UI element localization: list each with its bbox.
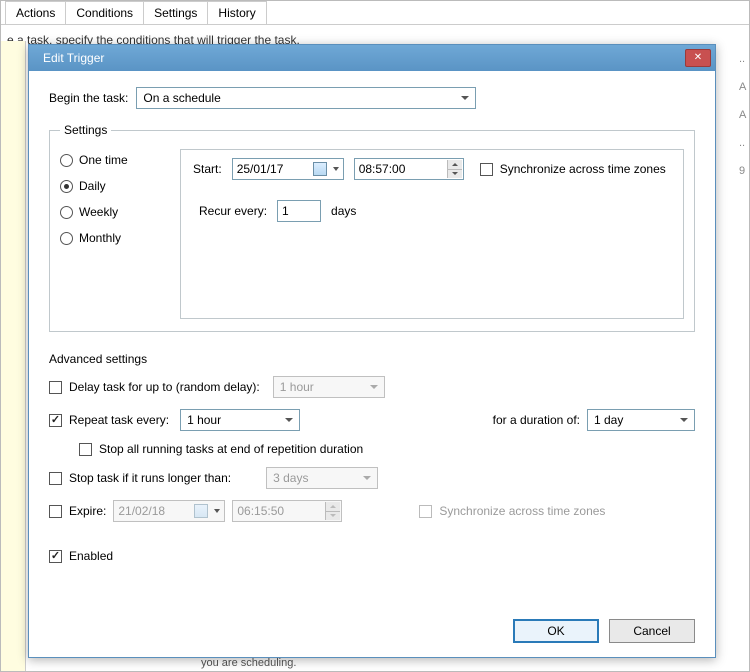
bg-tabs: Actions Conditions Settings History <box>1 1 749 25</box>
cancel-button[interactable]: Cancel <box>609 619 695 643</box>
chevron-down-icon[interactable] <box>333 167 339 171</box>
stop-if-longer-checkbox[interactable] <box>49 472 62 485</box>
expire-date-value: 21/02/18 <box>118 504 165 518</box>
bg-marker: A <box>739 73 749 101</box>
radio-label: Weekly <box>79 205 118 219</box>
stop-if-longer-select: 3 days <box>266 467 378 489</box>
begin-task-label: Begin the task: <box>49 91 128 105</box>
recur-input[interactable]: 1 <box>277 200 321 222</box>
spinner-up-icon[interactable] <box>447 160 462 170</box>
delay-label: Delay task for up to (random delay): <box>69 380 260 394</box>
begin-task-row: Begin the task: On a schedule <box>49 87 695 109</box>
radio-one-time[interactable]: One time <box>60 153 178 167</box>
bg-tab-actions[interactable]: Actions <box>5 1 66 24</box>
delay-value: 1 hour <box>280 380 314 394</box>
repeat-checkbox[interactable] <box>49 414 62 427</box>
radio-weekly[interactable]: Weekly <box>60 205 178 219</box>
ok-button[interactable]: OK <box>513 619 599 643</box>
bg-tab-history[interactable]: History <box>207 1 266 24</box>
duration-value: 1 day <box>594 413 623 427</box>
bg-marker: .. <box>739 45 749 73</box>
chevron-down-icon <box>214 509 220 513</box>
settings-legend: Settings <box>60 123 111 137</box>
start-label: Start: <box>193 162 222 176</box>
repeat-value: 1 hour <box>187 413 221 427</box>
begin-task-value: On a schedule <box>143 91 220 105</box>
expire-sync-label: Synchronize across time zones <box>439 504 605 518</box>
repeat-select[interactable]: 1 hour <box>180 409 300 431</box>
bg-bottom-text: you are scheduling. <box>201 657 296 669</box>
radio-icon <box>60 206 73 219</box>
radio-label: Daily <box>79 179 106 193</box>
enabled-checkbox[interactable] <box>49 550 62 563</box>
radio-icon <box>60 180 73 193</box>
settings-fieldset: Settings One time Daily Weekly <box>49 123 695 332</box>
stop-at-end-checkbox[interactable] <box>79 443 92 456</box>
frequency-radios: One time Daily Weekly Monthly <box>60 149 178 319</box>
enabled-row: Enabled <box>49 549 695 563</box>
bg-tab-conditions[interactable]: Conditions <box>65 1 144 24</box>
expire-row: Expire: 21/02/18 06:15:50 Synchronize ac… <box>49 500 695 522</box>
delay-checkbox[interactable] <box>49 381 62 394</box>
recur-label: Recur every: <box>199 204 267 218</box>
expire-checkbox[interactable] <box>49 505 62 518</box>
stop-at-end-row: Stop all running tasks at end of repetit… <box>79 442 695 456</box>
advanced-legend: Advanced settings <box>49 352 695 366</box>
duration-select[interactable]: 1 day <box>587 409 695 431</box>
time-spinner <box>325 502 340 520</box>
radio-label: Monthly <box>79 231 121 245</box>
edit-trigger-dialog: Edit Trigger Begin the task: On a schedu… <box>28 44 716 658</box>
spinner-up-icon <box>325 502 340 512</box>
repeat-row: Repeat task every: 1 hour for a duration… <box>49 409 695 431</box>
bg-marker: .. <box>739 129 749 157</box>
radio-icon <box>60 154 73 167</box>
calendar-icon[interactable] <box>313 162 327 176</box>
calendar-icon <box>194 504 208 518</box>
stop-if-longer-value: 3 days <box>273 471 308 485</box>
bg-right-markers: .. A A .. 9 <box>739 45 749 245</box>
radio-daily[interactable]: Daily <box>60 179 178 193</box>
time-spinner[interactable] <box>447 160 462 178</box>
bg-highlight-strip <box>1 41 26 671</box>
expire-time-input: 06:15:50 <box>232 500 342 522</box>
start-date-value: 25/01/17 <box>237 162 284 176</box>
titlebar[interactable]: Edit Trigger <box>29 45 715 71</box>
close-icon[interactable] <box>685 49 711 67</box>
delay-select: 1 hour <box>273 376 385 398</box>
spinner-down-icon[interactable] <box>447 170 462 179</box>
spinner-down-icon <box>325 512 340 521</box>
dialog-buttons: OK Cancel <box>49 613 695 647</box>
stop-if-longer-label: Stop task if it runs longer than: <box>69 471 231 485</box>
stop-at-end-label: Stop all running tasks at end of repetit… <box>99 442 363 456</box>
duration-label: for a duration of: <box>493 413 580 427</box>
dialog-title: Edit Trigger <box>43 51 685 65</box>
settings-detail: Start: 25/01/17 08:57:00 Synchron <box>180 149 684 319</box>
repeat-label: Repeat task every: <box>69 413 169 427</box>
enabled-label: Enabled <box>69 549 113 563</box>
start-time-value: 08:57:00 <box>359 162 406 176</box>
radio-monthly[interactable]: Monthly <box>60 231 178 245</box>
dialog-body: Begin the task: On a schedule Settings O… <box>29 71 715 657</box>
delay-row: Delay task for up to (random delay): 1 h… <box>49 376 695 398</box>
bg-marker: 9 <box>739 157 749 185</box>
bg-marker: A <box>739 101 749 129</box>
begin-task-select[interactable]: On a schedule <box>136 87 476 109</box>
sync-timezone-label: Synchronize across time zones <box>500 162 666 176</box>
expire-date-input: 21/02/18 <box>113 500 225 522</box>
radio-label: One time <box>79 153 128 167</box>
radio-icon <box>60 232 73 245</box>
recur-unit: days <box>331 204 356 218</box>
expire-time-value: 06:15:50 <box>237 504 284 518</box>
start-date-input[interactable]: 25/01/17 <box>232 158 344 180</box>
stop-if-longer-row: Stop task if it runs longer than: 3 days <box>49 467 695 489</box>
expire-label: Expire: <box>69 504 106 518</box>
expire-sync-checkbox <box>419 505 432 518</box>
bg-tab-settings[interactable]: Settings <box>143 1 208 24</box>
sync-timezone-checkbox[interactable] <box>480 163 493 176</box>
recur-value: 1 <box>282 204 289 218</box>
start-time-input[interactable]: 08:57:00 <box>354 158 464 180</box>
